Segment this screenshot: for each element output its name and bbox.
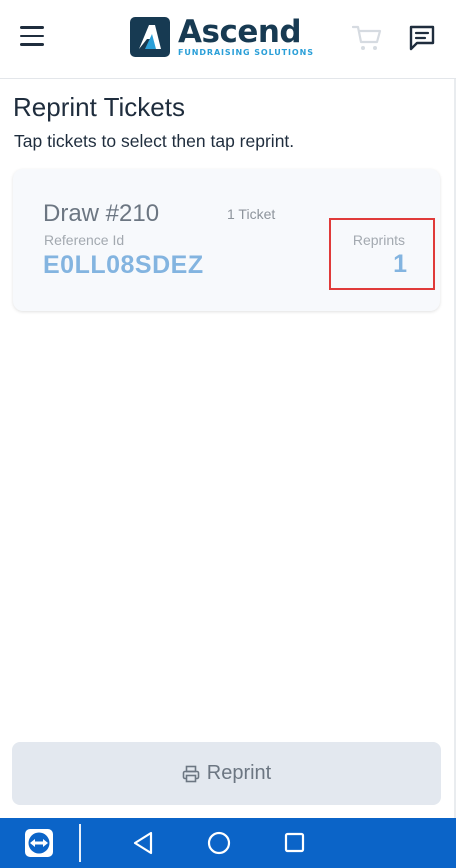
reprint-button[interactable]: Reprint (12, 742, 441, 805)
recent-apps-icon[interactable] (284, 832, 305, 853)
ticket-count: 1 Ticket (227, 206, 276, 222)
app-header: Ascend FUNDRAISING SOLUTIONS (0, 0, 456, 79)
nav-divider (79, 824, 81, 862)
page-title: Reprint Tickets (13, 92, 185, 122)
draw-title: Draw #210 (43, 200, 160, 227)
logo-name: Ascend (178, 14, 302, 50)
reference-id-label: Reference Id (44, 232, 125, 248)
logo-tagline: FUNDRAISING SOLUTIONS (178, 48, 314, 57)
reference-id-value: E0LL08SDEZ (43, 251, 204, 279)
chat-icon[interactable] (408, 24, 436, 52)
ticket-card[interactable]: Draw #210 1 Ticket Reference Id E0LL08SD… (13, 169, 440, 311)
reprints-highlight: Reprints 1 (329, 218, 435, 290)
reprints-label: Reprints (352, 232, 405, 248)
reprints-count: 1 (393, 250, 407, 278)
logo-mark-icon (130, 17, 170, 57)
printer-icon (182, 765, 200, 783)
back-icon[interactable] (132, 831, 154, 855)
brand-logo: Ascend FUNDRAISING SOLUTIONS (130, 16, 314, 58)
cart-icon[interactable] (351, 24, 382, 52)
menu-icon[interactable] (20, 26, 44, 48)
app-frame: Ascend FUNDRAISING SOLUTIONS Reprint Tic… (0, 0, 456, 868)
reprint-label: Reprint (206, 762, 272, 784)
page-subtitle: Tap tickets to select then tap reprint. (14, 131, 295, 151)
teamviewer-icon[interactable] (25, 829, 53, 857)
android-nav-bar (0, 818, 456, 868)
home-icon[interactable] (207, 831, 231, 855)
